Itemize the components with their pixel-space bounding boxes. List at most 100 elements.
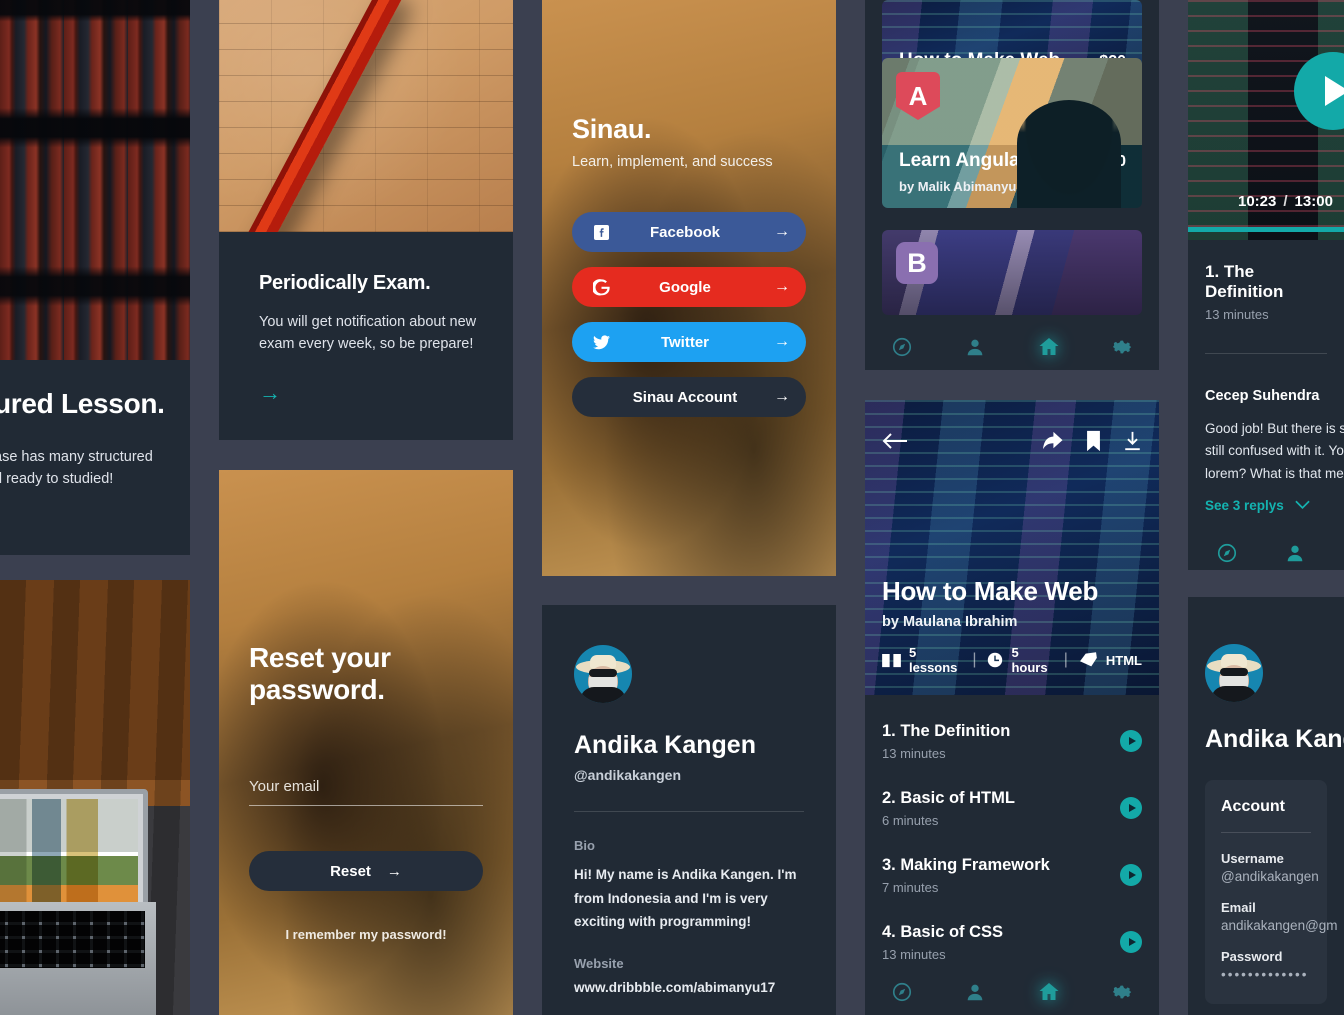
featured-lesson-title: ured Lesson. bbox=[0, 388, 165, 419]
featured-lesson-body-line1: ase has many structured bbox=[0, 449, 153, 465]
exam-card[interactable]: Periodically Exam. You will get notifica… bbox=[219, 0, 513, 440]
gear-icon[interactable] bbox=[1112, 981, 1134, 1003]
lesson-duration: 6 minutes bbox=[882, 812, 939, 828]
video-player-card[interactable]: 10:23 / 13:00 bbox=[1188, 0, 1344, 240]
course-meta-separator-1: | bbox=[972, 651, 977, 668]
profile-card: Andika Kangen @andikakangen Bio Hi! My n… bbox=[542, 605, 836, 1015]
account-field-label: Username bbox=[1221, 851, 1284, 866]
reset-submit-button[interactable]: Reset → bbox=[249, 851, 483, 891]
login-button-google-label: Google bbox=[659, 278, 711, 296]
course-list-card: How to Make Web $20 by Ibrahim Maula · 1… bbox=[865, 0, 1159, 370]
see-replies-link[interactable]: See 3 replys bbox=[1205, 498, 1284, 513]
play-icon[interactable] bbox=[1120, 797, 1142, 819]
exam-card-body-line2: exam every week, so be prepare! bbox=[259, 336, 474, 353]
comment-author: Cecep Suhendra bbox=[1205, 388, 1320, 404]
reset-submit-label: Reset bbox=[330, 862, 371, 880]
reset-footer-link[interactable]: I remember my password! bbox=[249, 927, 483, 942]
login-button-facebook-arrow: → bbox=[774, 223, 790, 240]
login-brand: Sinau. bbox=[572, 114, 652, 144]
compass-icon[interactable] bbox=[891, 981, 913, 1003]
comment-text-line2: still confused with it. You sa bbox=[1205, 443, 1344, 459]
profile-divider bbox=[574, 811, 804, 812]
login-tagline: Learn, implement, and success bbox=[572, 154, 773, 170]
exam-card-body-line1: You will get notification about new bbox=[259, 314, 477, 330]
comment-lesson-duration: 13 minutes bbox=[1205, 307, 1269, 322]
avatar[interactable] bbox=[574, 645, 632, 703]
course-detail-card: How to Make Web by Maulana Ibrahim 5 les… bbox=[865, 400, 1159, 1015]
download-icon[interactable] bbox=[1123, 431, 1142, 451]
player-time-current: 10:23 bbox=[1238, 193, 1277, 210]
lesson-duration: 13 minutes bbox=[882, 946, 946, 962]
play-icon[interactable] bbox=[1294, 52, 1344, 130]
gear-icon[interactable] bbox=[1112, 336, 1134, 358]
person-icon[interactable] bbox=[1284, 542, 1306, 564]
angular-card-separator: · bbox=[1023, 179, 1028, 194]
lesson-title: 2. Basic of HTML bbox=[882, 788, 1015, 807]
login-button-sinau-account-label: Sinau Account bbox=[632, 388, 738, 406]
profile-name: Andika Kangen bbox=[574, 731, 756, 759]
profile-website-label: Website bbox=[574, 955, 624, 971]
pencil-graphic bbox=[241, 0, 406, 232]
course-card-bootstrap[interactable]: B bbox=[882, 230, 1142, 315]
course-meta-tag: HTML bbox=[1079, 652, 1142, 668]
bookshelf-photo bbox=[0, 0, 190, 360]
player-time-total: 13:00 bbox=[1294, 193, 1333, 210]
lesson-row[interactable]: 4. Basic of CSS 13 minutes bbox=[882, 921, 1142, 963]
exam-card-arrow-link[interactable]: → bbox=[259, 381, 489, 404]
chevron-down-icon[interactable] bbox=[1295, 500, 1310, 510]
account-name: Andika Kang bbox=[1205, 725, 1344, 753]
back-arrow-icon[interactable] bbox=[882, 432, 908, 450]
comment-divider bbox=[1205, 353, 1327, 354]
account-field-value: andikakangen@gm bbox=[1221, 918, 1338, 933]
reset-email-input[interactable]: Your email bbox=[249, 778, 483, 806]
lesson-title: 1. The Definition bbox=[882, 721, 1011, 740]
comment-text-line1: Good job! But there is some bbox=[1205, 421, 1344, 436]
bookmark-icon[interactable] bbox=[1086, 430, 1101, 452]
home-icon[interactable] bbox=[1037, 335, 1061, 359]
account-field: Username @andikakangen bbox=[1221, 851, 1319, 884]
account-section: Account Username @andikakangen Email and… bbox=[1205, 780, 1338, 1004]
profile-bio-text: Hi! My name is Andika Kangen. I'm from I… bbox=[574, 867, 797, 930]
compass-icon[interactable] bbox=[1216, 542, 1238, 564]
lesson-duration: 13 minutes bbox=[882, 745, 946, 761]
person-icon[interactable] bbox=[964, 336, 986, 358]
featured-lesson-card[interactable]: ured Lesson. ase has many structured d r… bbox=[0, 360, 190, 555]
bootstrap-badge: B bbox=[896, 242, 938, 284]
account-section-divider bbox=[1221, 832, 1311, 833]
course-detail-title: How to Make Web bbox=[882, 576, 1099, 606]
home-icon[interactable] bbox=[1037, 980, 1061, 1004]
login-card[interactable]: Sinau. Learn, implement, and success Fac… bbox=[542, 0, 836, 576]
course-meta-hours: 5 hours bbox=[987, 645, 1052, 675]
lesson-title: 4. Basic of CSS bbox=[882, 922, 1004, 941]
lesson-row[interactable]: 1. The Definition 13 minutes bbox=[882, 720, 1142, 762]
avatar[interactable] bbox=[1205, 644, 1263, 702]
course-detail-hero: How to Make Web by Maulana Ibrahim 5 les… bbox=[865, 400, 1159, 695]
share-icon[interactable] bbox=[1041, 431, 1064, 451]
login-button-sinau-account[interactable]: Sinau Account → bbox=[572, 377, 806, 417]
reset-password-card[interactable]: Reset your password. Your email Reset → … bbox=[219, 470, 513, 1015]
lesson-row[interactable]: 2. Basic of HTML 6 minutes bbox=[882, 787, 1142, 829]
login-button-twitter-label: Twitter bbox=[660, 333, 710, 351]
reset-submit-arrow: → bbox=[386, 862, 402, 880]
course-meta-hours-text: 5 hours bbox=[1011, 645, 1048, 675]
play-icon[interactable] bbox=[1120, 730, 1142, 752]
compass-icon[interactable] bbox=[891, 336, 913, 358]
lesson-row[interactable]: 3. Making Framework 7 minutes bbox=[882, 854, 1142, 896]
course-detail-bottom-nav[interactable] bbox=[865, 969, 1159, 1015]
login-button-twitter[interactable]: Twitter → bbox=[572, 322, 806, 362]
profile-website-value[interactable]: www.dribbble.com/abimanyu17 bbox=[574, 980, 804, 995]
login-button-google[interactable]: Google → bbox=[572, 267, 806, 307]
player-time-separator: / bbox=[1283, 193, 1288, 210]
login-button-sinau-account-arrow: → bbox=[774, 388, 790, 405]
person-icon[interactable] bbox=[964, 981, 986, 1003]
laptop-base bbox=[0, 901, 156, 1015]
course-list-bottom-nav[interactable] bbox=[865, 324, 1159, 370]
player-progress-bar[interactable] bbox=[1188, 227, 1344, 232]
course-card-learn-angularjs[interactable]: A Learn AngularJS 4 $20 by Malik Abimany… bbox=[882, 58, 1142, 208]
login-button-facebook[interactable]: Facebook → bbox=[572, 212, 806, 252]
play-icon[interactable] bbox=[1120, 864, 1142, 886]
login-button-twitter-arrow: → bbox=[774, 333, 790, 350]
play-icon[interactable] bbox=[1120, 931, 1142, 953]
login-button-facebook-label: Facebook bbox=[649, 223, 721, 241]
lesson-duration: 7 minutes bbox=[882, 879, 939, 895]
